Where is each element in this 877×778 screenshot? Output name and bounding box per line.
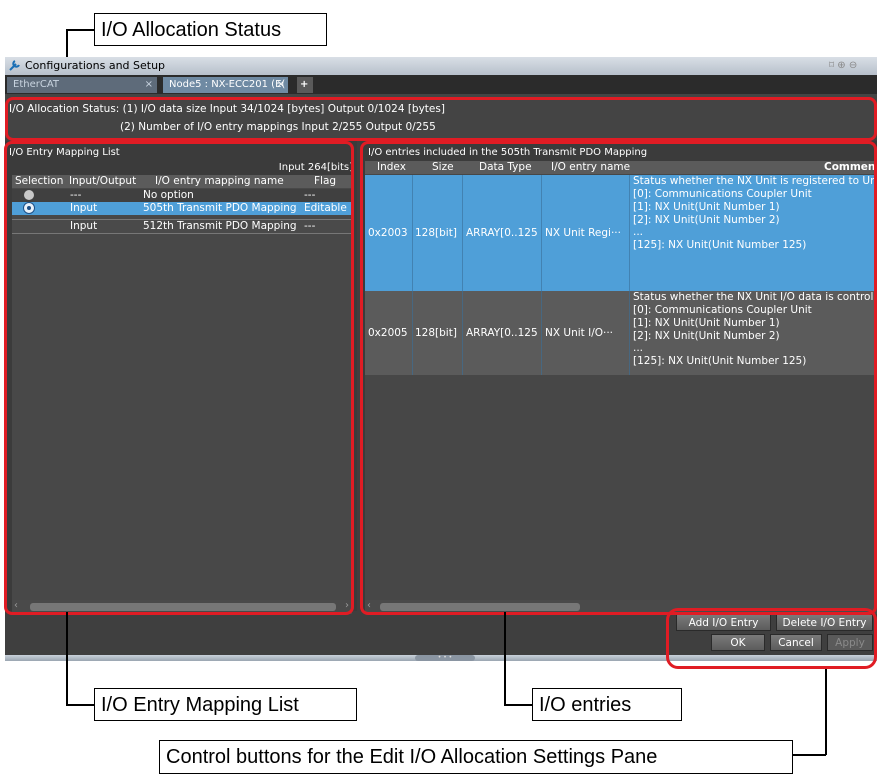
close-icon[interactable]: ×	[277, 77, 285, 93]
callout-line	[504, 704, 532, 706]
callout-line	[66, 704, 94, 706]
callout-io-allocation-status: I/O Allocation Status	[94, 13, 327, 46]
horizontal-scrollbar[interactable]: ‹	[365, 600, 877, 614]
col-input-output[interactable]: Input/Output	[69, 175, 136, 187]
apply-button[interactable]: Apply	[827, 634, 873, 651]
callout-control-buttons: Control buttons for the Edit I/O Allocat…	[159, 740, 793, 774]
callout-line	[66, 29, 94, 31]
table-row[interactable]: Input 512th Transmit PDO Mapping ---	[12, 219, 352, 234]
pane-splitter[interactable]: • • •	[5, 655, 877, 661]
col-size[interactable]: Size	[432, 161, 454, 173]
tab-bar: EtherCAT × Node5 : NX-ECC201 (E( × +	[5, 75, 877, 94]
scroll-right-icon[interactable]: ›	[345, 600, 349, 611]
col-index[interactable]: Index	[377, 161, 406, 173]
col-entry-name[interactable]: I/O entry name	[551, 161, 630, 173]
radio-button-selected[interactable]	[23, 202, 35, 214]
table-row-selected[interactable]: Input 505th Transmit PDO Mapping Editabl…	[12, 202, 352, 215]
ok-button[interactable]: OK	[711, 634, 765, 651]
scroll-thumb[interactable]	[30, 603, 336, 611]
close-icon[interactable]: ×	[145, 77, 153, 93]
col-selection[interactable]: Selection	[15, 175, 63, 187]
status-line-1: I/O Allocation Status: (1) I/O data size…	[9, 103, 445, 115]
io-allocation-status: I/O Allocation Status: (1) I/O data size…	[5, 94, 877, 138]
col-comment[interactable]: Comment	[824, 161, 877, 173]
status-line-2: (2) Number of I/O entry mappings Input 2…	[120, 121, 436, 133]
col-data-type[interactable]: Data Type	[479, 161, 532, 173]
window-title: Configurations and Setup	[25, 59, 166, 72]
scroll-left-icon[interactable]: ‹	[14, 600, 18, 611]
tab-node5[interactable]: Node5 : NX-ECC201 (E( ×	[163, 77, 288, 93]
delete-io-entry-button[interactable]: Delete I/O Entry	[776, 614, 873, 631]
entries-table: Index Size Data Type I/O entry name Comm…	[365, 161, 877, 600]
add-tab-button[interactable]: +	[297, 77, 313, 93]
callout-io-entry-mapping-list: I/O Entry Mapping List	[94, 688, 357, 721]
wrench-icon	[9, 59, 21, 71]
title-bar: Configurations and Setup ⌑ ⊕ ⊖	[5, 57, 877, 75]
callout-line	[793, 754, 826, 756]
io-entry-mapping-list-panel: I/O Entry Mapping List Input 264[bits] S…	[5, 141, 357, 614]
entry-row[interactable]: 0x2005 128[bit] ARRAY[0..125 NX Unit I/O…	[365, 291, 877, 375]
panel-title: I/O entries included in the 505th Transm…	[368, 147, 648, 158]
configurations-window: Configurations and Setup ⌑ ⊕ ⊖ EtherCAT …	[5, 57, 877, 661]
scroll-left-icon[interactable]: ‹	[367, 600, 371, 611]
panel-title: I/O Entry Mapping List	[9, 147, 120, 158]
tab-ethercat[interactable]: EtherCAT ×	[7, 77, 157, 93]
radio-button[interactable]	[24, 190, 34, 200]
entry-row-selected[interactable]: 0x2003 128[bit] ARRAY[0..125 NX Unit Reg…	[365, 175, 877, 291]
scroll-thumb[interactable]	[380, 603, 580, 611]
splitter-grip[interactable]: • • •	[415, 655, 475, 661]
mapping-table: Selection Input/Output I/O entry mapping…	[12, 175, 352, 600]
window-controls-icon[interactable]: ⌑ ⊕ ⊖	[829, 60, 869, 72]
callout-io-entries: I/O entries	[532, 688, 682, 721]
input-bits-label: Input 264[bits]	[278, 162, 353, 173]
table-row[interactable]: --- No option ---	[12, 189, 352, 202]
callout-line	[825, 669, 827, 755]
cancel-button[interactable]: Cancel	[770, 634, 822, 651]
callout-line	[66, 612, 68, 704]
io-entries-panel: I/O entries included in the 505th Transm…	[360, 141, 877, 614]
callout-line	[504, 612, 506, 704]
col-mapping-name[interactable]: I/O entry mapping name	[155, 175, 284, 187]
add-io-entry-button[interactable]: Add I/O Entry	[676, 614, 771, 631]
horizontal-scrollbar[interactable]: ‹ ›	[12, 600, 352, 614]
col-flag[interactable]: Flag	[314, 175, 336, 187]
